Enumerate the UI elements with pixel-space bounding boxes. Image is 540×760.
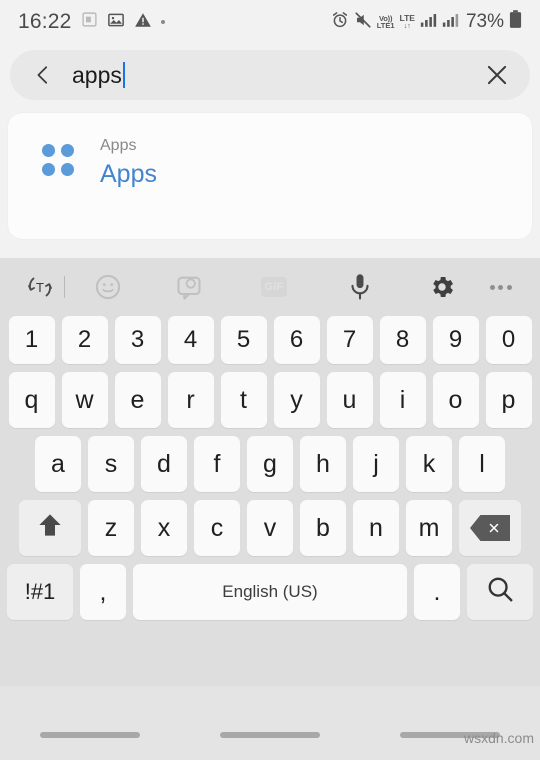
key-h[interactable]: h <box>300 436 346 492</box>
search-icon <box>485 574 515 611</box>
key-c[interactable]: c <box>194 500 240 556</box>
keyboard-toolbar: T GIF <box>0 258 540 316</box>
keyboard-row-3: z x c v b n m <box>0 500 540 556</box>
microphone-icon[interactable] <box>317 272 403 302</box>
key-t[interactable]: t <box>220 372 267 428</box>
key-8[interactable]: 8 <box>379 316 426 364</box>
result-category: Apps <box>100 137 137 154</box>
gif-icon[interactable]: GIF <box>231 277 317 297</box>
key-l[interactable]: l <box>459 436 505 492</box>
result-text-block: Apps Apps <box>100 135 157 189</box>
more-dots <box>489 284 512 290</box>
image-icon <box>107 11 125 34</box>
status-bar-right: Vo)) LTE1 LTE ↓↑ 73% <box>331 10 522 34</box>
document-icon <box>81 11 98 33</box>
svg-text:T: T <box>36 280 44 295</box>
key-x[interactable]: x <box>141 500 187 556</box>
translate-icon[interactable]: T <box>20 272 60 302</box>
volte-lte1-icon: Vo)) LTE1 <box>376 13 395 30</box>
battery-percent: 73% <box>465 11 504 32</box>
backspace-key[interactable] <box>459 500 521 556</box>
result-title[interactable]: Apps <box>100 160 157 189</box>
status-bar-left: 16:22 <box>18 10 165 34</box>
search-bar-container: apps <box>0 44 540 110</box>
key-q[interactable]: q <box>8 372 55 428</box>
lte-data-icon: LTE ↓↑ <box>399 13 415 30</box>
home-pill[interactable] <box>220 732 320 738</box>
keyboard-row-1: q w e r t y u i o p <box>0 372 540 428</box>
key-p[interactable]: p <box>485 372 532 428</box>
keyboard-row-numbers: 1 2 3 4 5 6 7 8 9 0 <box>0 316 540 364</box>
comma-key[interactable]: , <box>80 564 126 620</box>
key-n[interactable]: n <box>353 500 399 556</box>
on-screen-keyboard: T GIF 1 2 3 4 5 6 7 8 9 0 q w e r t y u … <box>0 258 540 686</box>
search-key[interactable] <box>467 564 533 620</box>
gif-label: GIF <box>261 277 287 297</box>
key-v[interactable]: v <box>247 500 293 556</box>
back-chevron-icon[interactable] <box>26 64 60 86</box>
key-o[interactable]: o <box>432 372 479 428</box>
search-bar[interactable]: apps <box>10 50 530 100</box>
key-r[interactable]: r <box>167 372 214 428</box>
shift-icon <box>35 510 65 547</box>
keyboard-row-2: a s d f g h j k l <box>0 436 540 492</box>
key-4[interactable]: 4 <box>167 316 214 364</box>
key-3[interactable]: 3 <box>114 316 161 364</box>
key-i[interactable]: i <box>379 372 426 428</box>
space-key[interactable]: English (US) <box>133 564 407 620</box>
key-s[interactable]: s <box>88 436 134 492</box>
key-a[interactable]: a <box>35 436 81 492</box>
period-key[interactable]: . <box>414 564 460 620</box>
key-0[interactable]: 0 <box>485 316 532 364</box>
dot-icon <box>160 20 165 24</box>
more-options-icon[interactable] <box>481 284 520 290</box>
key-g[interactable]: g <box>247 436 293 492</box>
battery-icon <box>509 10 522 34</box>
search-input-value: apps <box>72 61 122 88</box>
watermark: wsxdn.com <box>463 730 534 746</box>
key-m[interactable]: m <box>406 500 452 556</box>
signal-bars-2-icon <box>442 12 459 33</box>
status-bar: 16:22 Vo)) LTE1 LTE ↓↑ 73% <box>0 0 540 44</box>
result-item-apps[interactable]: Apps Apps <box>8 135 532 189</box>
warning-icon <box>134 11 152 34</box>
mute-icon <box>354 11 372 34</box>
search-results-card: Apps Apps <box>8 113 532 239</box>
signal-bars-icon <box>420 12 437 33</box>
toolbar-divider <box>64 276 65 298</box>
recents-pill[interactable] <box>40 732 140 738</box>
key-6[interactable]: 6 <box>273 316 320 364</box>
apps-grid-icon <box>42 144 76 178</box>
status-time: 16:22 <box>18 10 72 33</box>
key-b[interactable]: b <box>300 500 346 556</box>
key-f[interactable]: f <box>194 436 240 492</box>
key-2[interactable]: 2 <box>61 316 108 364</box>
phone-screen: 16:22 Vo)) LTE1 LTE ↓↑ 73% apps Apps App… <box>0 0 540 760</box>
key-7[interactable]: 7 <box>326 316 373 364</box>
search-input[interactable]: apps <box>60 62 480 89</box>
navigation-bar: wsxdn.com <box>0 686 540 760</box>
key-w[interactable]: w <box>61 372 108 428</box>
shift-key[interactable] <box>19 500 81 556</box>
alarm-icon <box>331 11 349 34</box>
key-j[interactable]: j <box>353 436 399 492</box>
text-caret <box>122 62 125 88</box>
symbols-key[interactable]: !#1 <box>7 564 73 620</box>
key-z[interactable]: z <box>88 500 134 556</box>
key-1[interactable]: 1 <box>8 316 55 364</box>
key-k[interactable]: k <box>406 436 452 492</box>
key-u[interactable]: u <box>326 372 373 428</box>
key-y[interactable]: y <box>273 372 320 428</box>
key-e[interactable]: e <box>114 372 161 428</box>
key-5[interactable]: 5 <box>220 316 267 364</box>
emoji-icon[interactable] <box>69 273 147 301</box>
sticker-icon[interactable] <box>147 273 231 301</box>
key-9[interactable]: 9 <box>432 316 479 364</box>
settings-gear-icon[interactable] <box>403 273 481 301</box>
keyboard-row-4: !#1 , English (US) . <box>0 564 540 620</box>
nav-pills <box>0 732 540 760</box>
key-d[interactable]: d <box>141 436 187 492</box>
backspace-icon <box>470 515 510 541</box>
clear-search-icon[interactable] <box>480 62 514 88</box>
